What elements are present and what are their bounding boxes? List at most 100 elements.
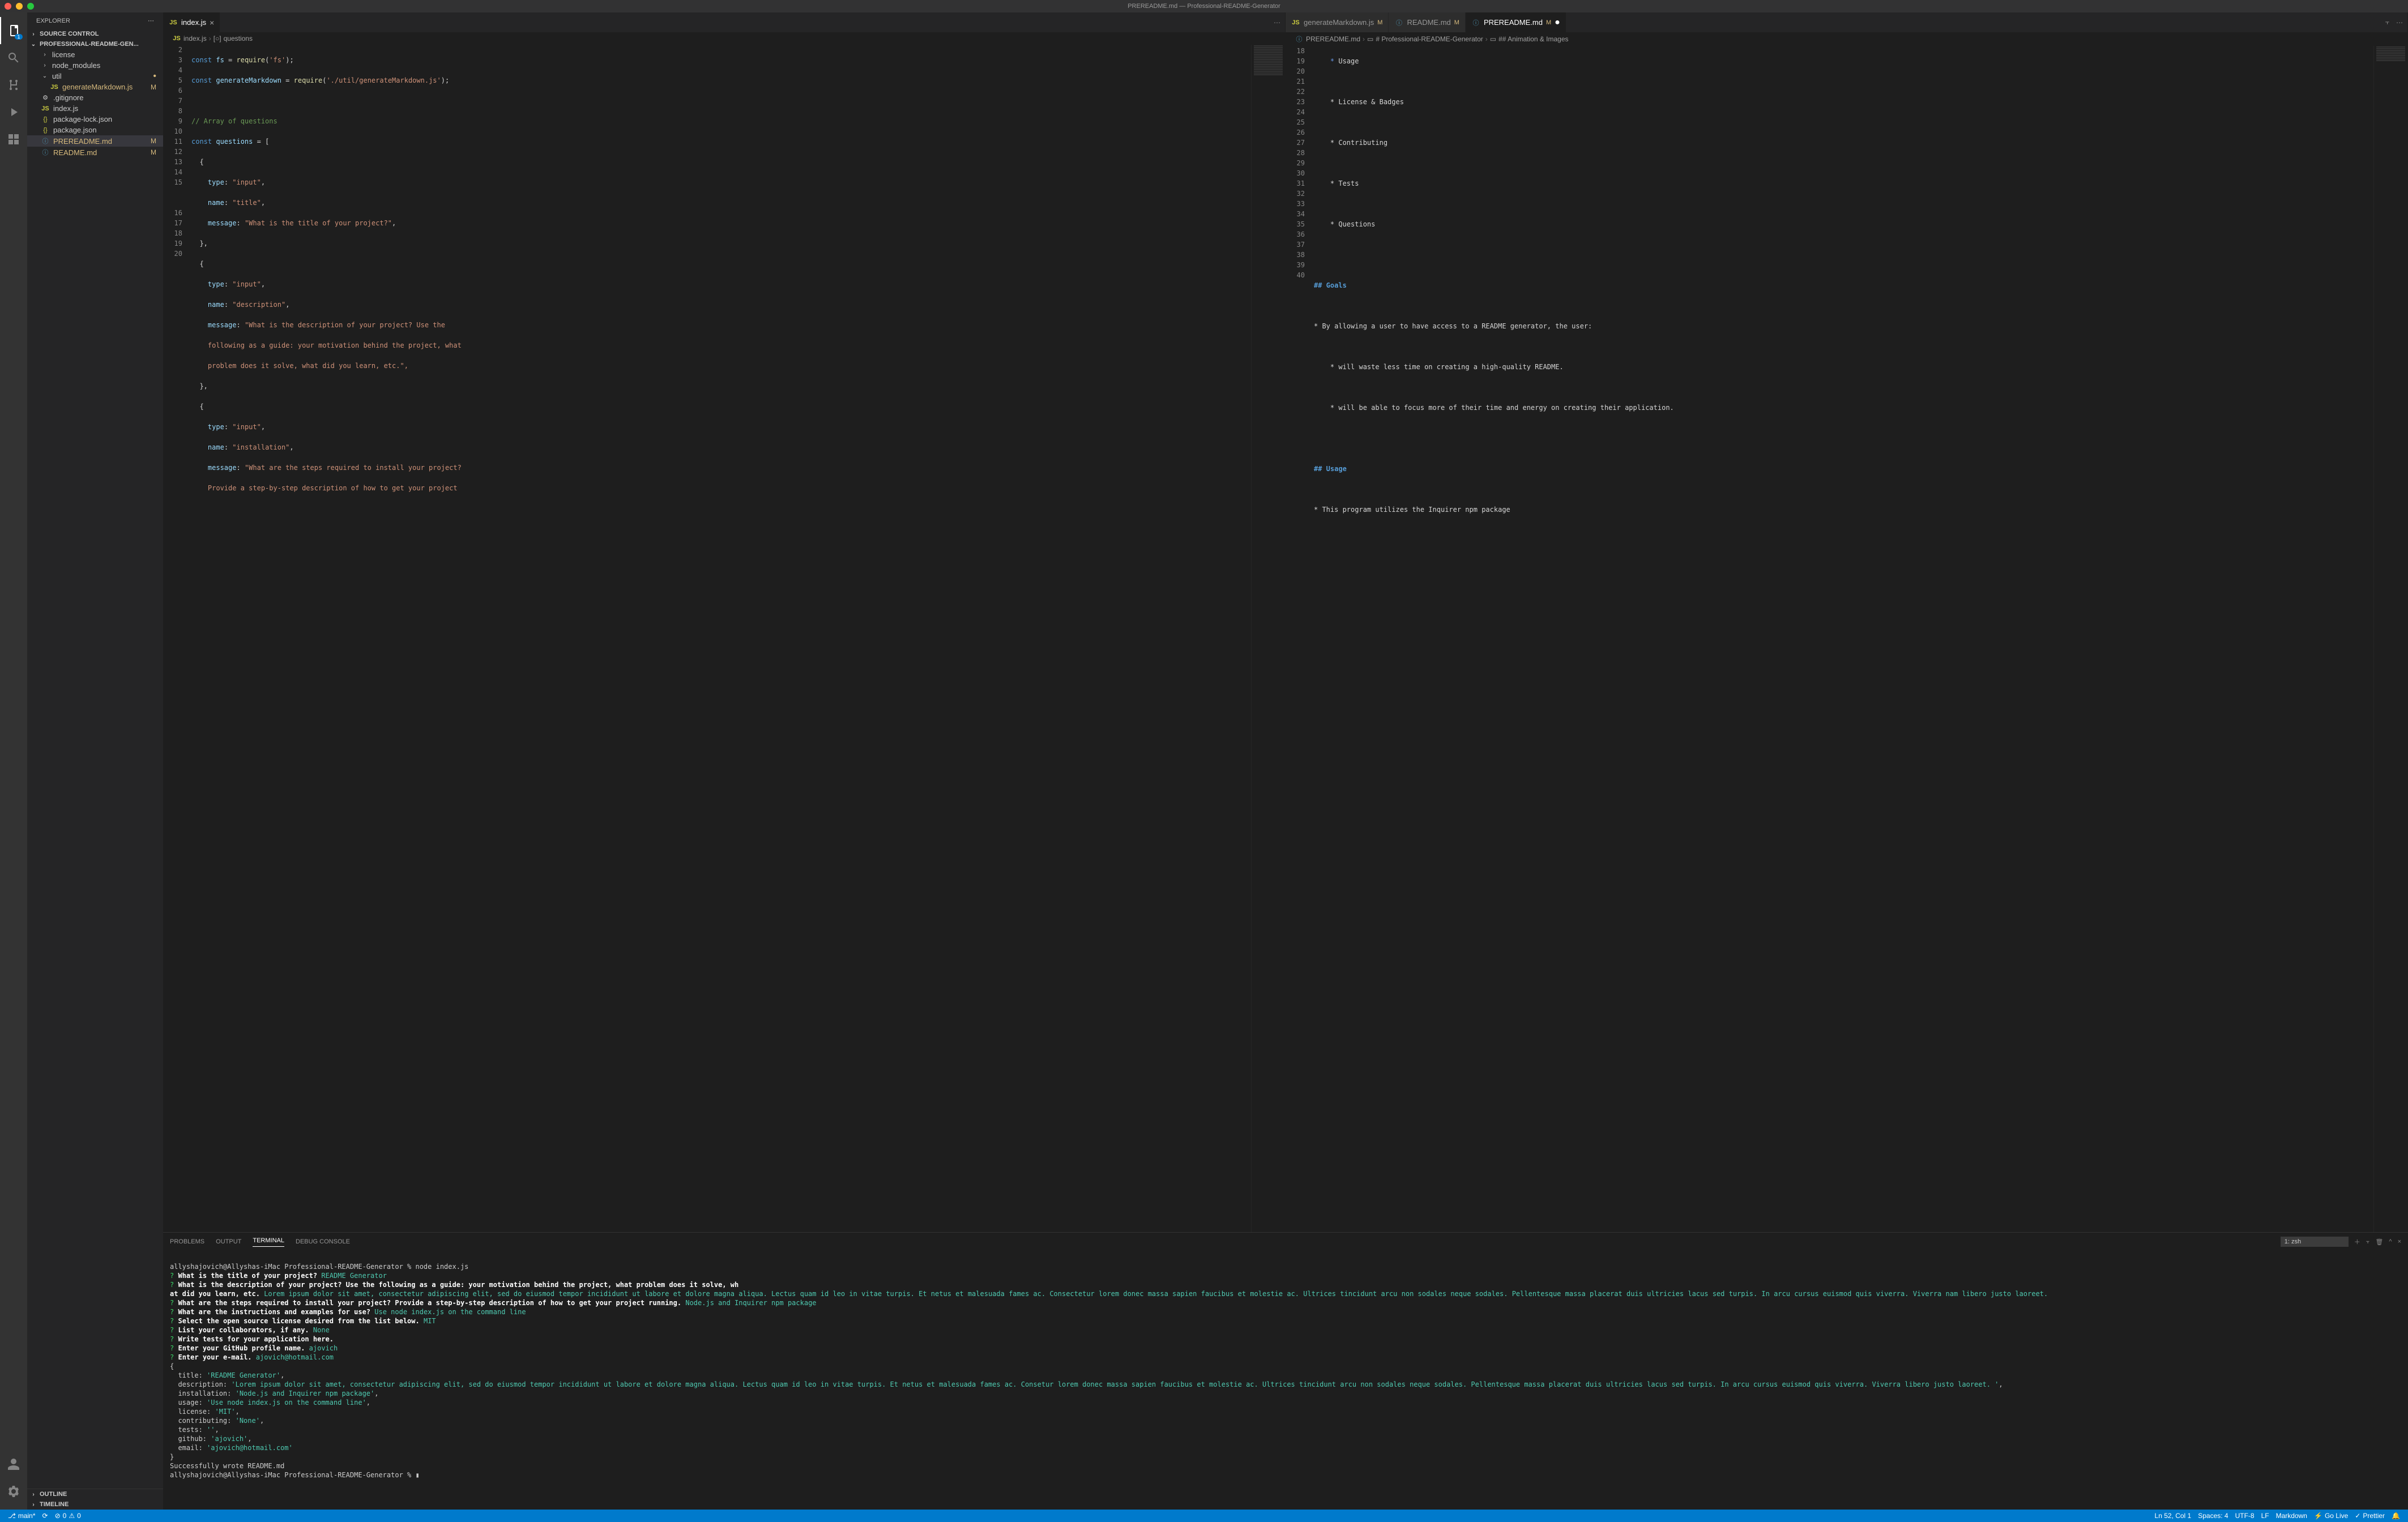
modified-status: M [151,83,156,91]
output-tab[interactable]: OUTPUT [216,1238,241,1245]
go-live-button[interactable]: ⚡ Go Live [2311,1512,2351,1520]
chevron-right-icon: › [29,1502,37,1508]
eol[interactable]: LF [2258,1512,2273,1520]
folder-util[interactable]: ⌄ util • [27,71,163,82]
file-prereadme[interactable]: ⓘ PREREADME.md M [27,135,163,147]
code-content[interactable]: * Usage * License & Badges * Contributin… [1314,46,2373,1232]
info-icon: ⓘ [41,136,50,146]
file-package-json[interactable]: {} package.json [27,125,163,135]
more-icon[interactable]: ⋯ [148,17,154,24]
tab-readme[interactable]: ⓘ README.md M [1389,12,1465,32]
tab-index-js[interactable]: JS index.js × [163,12,220,32]
split-editor-icon[interactable]: ⫟ [2385,18,2389,27]
problems-tab[interactable]: PROBLEMS [170,1238,204,1245]
prettier-button[interactable]: ✓ Prettier [2351,1512,2388,1520]
broadcast-icon: ⚡ [2314,1512,2322,1520]
file-package-lock[interactable]: {} package-lock.json [27,114,163,125]
chevron-down-icon: ⌄ [29,41,37,48]
sidebar-header: EXPLORER ⋯ [27,12,163,29]
source-control-activity[interactable] [0,71,27,99]
dirty-dot-icon: ● [1555,18,1560,28]
info-icon: ⓘ [1295,35,1304,44]
modified-status: M [151,137,156,145]
chevron-right-icon: › [29,31,37,37]
info-icon: ⓘ [1394,18,1403,27]
split-terminal-icon[interactable]: ⫟ [2366,1238,2370,1246]
indentation[interactable]: Spaces: 4 [2194,1512,2231,1520]
explorer-title: EXPLORER [36,18,70,24]
terminal-tab[interactable]: TERMINAL [253,1237,284,1247]
maximize-panel-icon[interactable]: ^ [2389,1238,2392,1245]
close-icon[interactable]: × [210,18,214,27]
extensions-activity[interactable] [0,126,27,153]
close-panel-icon[interactable]: × [2398,1238,2401,1245]
file-tree: › license › node_modules ⌄ util • JS gen… [27,49,163,1489]
activity-bar: 1 [0,12,27,1510]
breadcrumb-left[interactable]: JS index.js › [○] questions [163,32,1285,45]
cursor-position[interactable]: Ln 52, Col 1 [2151,1512,2195,1520]
settings-activity[interactable] [0,1478,27,1505]
chevron-right-icon: › [29,1491,37,1498]
new-terminal-icon[interactable]: ＋ [2354,1237,2360,1246]
json-icon: {} [41,127,50,134]
git-branch[interactable]: ⎇ main* [5,1512,39,1520]
sync-button[interactable]: ⟳ [39,1512,52,1520]
close-window-button[interactable] [5,3,11,10]
more-icon[interactable]: ⋯ [1274,19,1280,27]
tab-prereadme[interactable]: ⓘ PREREADME.md M ● [1466,12,1566,32]
file-readme[interactable]: ⓘ README.md M [27,147,163,158]
panel-tabs: PROBLEMS OUTPUT TERMINAL DEBUG CONSOLE 1… [163,1233,2408,1251]
branch-icon: ⎇ [8,1512,16,1520]
sync-icon: ⟳ [42,1512,48,1520]
breadcrumb-right[interactable]: ⓘ PREREADME.md › ▭ # Professional-README… [1286,32,2407,46]
check-icon: ✓ [2355,1512,2360,1520]
js-icon: JS [172,35,181,42]
tab-generate-markdown[interactable]: JS generateMarkdown.js M [1286,12,1389,32]
language-mode[interactable]: Markdown [2273,1512,2311,1520]
outline-section[interactable]: › OUTLINE [27,1489,163,1499]
timeline-section[interactable]: › TIMELINE [27,1499,163,1510]
chevron-down-icon: ⌄ [41,73,49,79]
js-icon: JS [169,19,178,26]
js-icon: JS [50,84,59,91]
file-generate-markdown[interactable]: JS generateMarkdown.js M [27,82,163,92]
code-content[interactable]: const fs = require('fs'); const generate… [191,45,1251,1232]
folder-node-modules[interactable]: › node_modules [27,60,163,71]
kill-terminal-icon[interactable]: 🗑 [2375,1238,2383,1246]
chevron-right-icon: › [41,52,49,58]
minimap[interactable] [1251,45,1285,1232]
minimap[interactable] [2373,46,2407,1232]
titlebar: PREREADME.md — Professional-README-Gener… [0,0,2408,12]
minimize-window-button[interactable] [16,3,23,10]
code-editor-right[interactable]: 18 19 20 21 22 23 24 25 26 27 28 29 30 3… [1286,46,2407,1232]
json-icon: {} [41,116,50,123]
explorer-activity[interactable]: 1 [0,17,27,44]
more-icon[interactable]: ⋯ [2396,19,2403,27]
notifications-button[interactable]: 🔔 [2388,1512,2403,1520]
run-debug-activity[interactable] [0,99,27,126]
search-activity[interactable] [0,44,27,71]
tabs-right: JS generateMarkdown.js M ⓘ README.md M ⓘ… [1286,12,2407,32]
folder-license[interactable]: › license [27,49,163,60]
maximize-window-button[interactable] [27,3,34,10]
terminal-selector[interactable]: 1: zsh [2281,1237,2349,1247]
gear-icon: ⚙ [41,94,50,101]
statusbar: ⎇ main* ⟳ ⊘ 0 ⚠ 0 Ln 52, Col 1 Spaces: 4… [0,1510,2408,1522]
info-icon: ⓘ [1471,18,1480,27]
accounts-activity[interactable] [0,1451,27,1478]
bottom-panel: PROBLEMS OUTPUT TERMINAL DEBUG CONSOLE 1… [163,1232,2408,1510]
encoding[interactable]: UTF-8 [2232,1512,2258,1520]
project-section[interactable]: ⌄ PROFESSIONAL-README-GEN... [27,39,163,49]
errors-button[interactable]: ⊘ 0 ⚠ 0 [52,1512,84,1520]
gutter: 2 3 4 5 6 7 8 9 10 11 12 13 14 15 [163,45,191,1232]
editor-group-right: JS generateMarkdown.js M ⓘ README.md M ⓘ… [1286,12,2408,1232]
terminal[interactable]: allyshajovich@Allyshas-iMac Professional… [163,1251,2408,1510]
file-index-js[interactable]: JS index.js [27,103,163,114]
source-control-section[interactable]: › SOURCE CONTROL [27,29,163,39]
debug-console-tab[interactable]: DEBUG CONSOLE [296,1238,350,1245]
file-gitignore[interactable]: ⚙ .gitignore [27,92,163,103]
modified-dot-icon: • [153,75,156,78]
code-editor-left[interactable]: 2 3 4 5 6 7 8 9 10 11 12 13 14 15 [163,45,1285,1232]
error-icon: ⊘ [55,1512,61,1520]
info-icon: ⓘ [41,148,50,157]
